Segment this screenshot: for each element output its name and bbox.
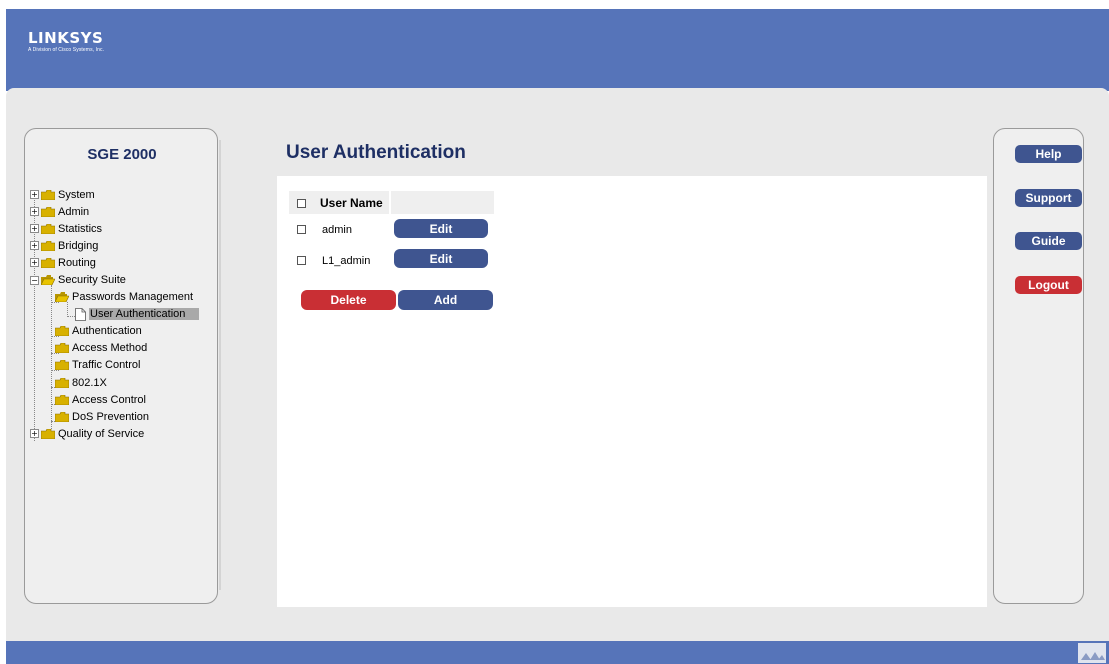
tree-item-label: Access Control — [72, 393, 146, 406]
folder-icon — [55, 343, 69, 354]
column-separator — [389, 191, 391, 214]
expand-icon[interactable]: + — [30, 429, 39, 439]
panel-divider[interactable] — [219, 140, 221, 590]
tree-item-authentication[interactable]: Authentication — [30, 323, 215, 340]
page: LINKSYS A Division of Cisco Systems, Inc… — [0, 0, 1109, 664]
folder-icon — [55, 411, 69, 422]
collapse-icon[interactable]: − — [30, 275, 39, 285]
open-folder-icon — [55, 292, 69, 303]
table-header: User Name — [289, 191, 494, 214]
delete-button[interactable]: Delete — [301, 290, 396, 310]
header-bar — [6, 9, 1109, 91]
select-all-checkbox[interactable] — [297, 199, 306, 208]
tree-item-label: Admin — [58, 205, 90, 218]
tree-item-label: Security Suite — [58, 274, 126, 287]
column-header-user-name: User Name — [320, 196, 383, 210]
tree-item-system[interactable]: + System — [30, 186, 215, 203]
edit-button[interactable]: Edit — [394, 249, 488, 268]
tree-item-label: DoS Prevention — [72, 410, 150, 423]
tree-item-passwords-management[interactable]: Passwords Management — [30, 289, 215, 306]
folder-icon — [55, 360, 69, 371]
tree-item-quality-of-service[interactable]: + Quality of Service — [30, 425, 215, 442]
tree-item-security-suite[interactable]: − Security Suite — [30, 271, 215, 288]
cisco-systems-logo — [1078, 643, 1106, 663]
tree-item-label: Passwords Management — [72, 291, 194, 304]
logout-button[interactable]: Logout — [1015, 276, 1082, 294]
help-button[interactable]: Help — [1015, 145, 1082, 163]
tree-item-802-1x[interactable]: 802.1X — [30, 374, 215, 391]
tree-item-label: 802.1X — [72, 376, 107, 389]
folder-icon — [55, 394, 69, 405]
user-name-cell: L1_admin — [322, 255, 371, 267]
expand-icon[interactable]: + — [30, 207, 39, 217]
tree-item-traffic-control[interactable]: Traffic Control — [30, 357, 215, 374]
folder-icon — [41, 189, 55, 200]
tree-item-label: Authentication — [72, 325, 142, 338]
page-icon — [75, 307, 86, 321]
tree-item-label: Traffic Control — [72, 359, 141, 372]
tree-item-bridging[interactable]: + Bridging — [30, 237, 215, 254]
tree-item-label: User Authentication — [89, 308, 200, 321]
folder-icon — [41, 428, 55, 439]
linksys-logo: LINKSYS A Division of Cisco Systems, Inc… — [28, 29, 104, 53]
tree-item-label: Quality of Service — [58, 427, 145, 440]
row-checkbox[interactable] — [297, 256, 306, 265]
content-area: User Name admin Edit L1_admin Edit Delet… — [277, 176, 987, 607]
add-button[interactable]: Add — [398, 290, 493, 310]
tree-item-user-authentication[interactable]: User Authentication — [30, 306, 215, 323]
tree-item-label: Routing — [58, 256, 96, 269]
tree-item-access-control[interactable]: Access Control — [30, 391, 215, 408]
support-button[interactable]: Support — [1015, 189, 1082, 207]
expand-icon[interactable]: + — [30, 224, 39, 234]
expand-icon[interactable]: + — [30, 241, 39, 251]
folder-icon — [41, 206, 55, 217]
tree-item-admin[interactable]: + Admin — [30, 203, 215, 220]
user-name-cell: admin — [322, 224, 352, 236]
folder-icon — [55, 326, 69, 337]
row-checkbox[interactable] — [297, 225, 306, 234]
device-title: SGE 2000 — [87, 146, 157, 163]
tree-item-label: Access Method — [72, 342, 148, 355]
tree-item-label: Statistics — [58, 222, 103, 235]
tree-item-routing[interactable]: + Routing — [30, 254, 215, 271]
open-folder-icon — [41, 275, 55, 286]
tree-item-label: Bridging — [58, 239, 99, 252]
expand-icon[interactable]: + — [30, 258, 39, 268]
guide-button[interactable]: Guide — [1015, 232, 1082, 250]
logo-tagline: A Division of Cisco Systems, Inc. — [28, 47, 105, 53]
folder-icon — [55, 377, 69, 388]
folder-icon — [41, 257, 55, 268]
tree-item-dos-prevention[interactable]: DoS Prevention — [30, 408, 215, 425]
folder-icon — [41, 240, 55, 251]
folder-icon — [41, 223, 55, 234]
navigation-panel: SGE 2000 + System + Admin + Statistics +… — [24, 128, 218, 604]
expand-icon[interactable]: + — [30, 190, 39, 200]
edit-button[interactable]: Edit — [394, 219, 488, 238]
footer-bar — [6, 641, 1109, 664]
navigation-tree: + System + Admin + Statistics + Bridging… — [30, 186, 215, 442]
side-panel: Help Support Guide Logout — [993, 128, 1084, 604]
tree-item-statistics[interactable]: + Statistics — [30, 220, 215, 237]
page-title: User Authentication — [286, 142, 466, 163]
tree-item-access-method[interactable]: Access Method — [30, 340, 215, 357]
logo-name: LINKSYS — [28, 29, 104, 47]
tree-item-label: System — [58, 188, 95, 201]
